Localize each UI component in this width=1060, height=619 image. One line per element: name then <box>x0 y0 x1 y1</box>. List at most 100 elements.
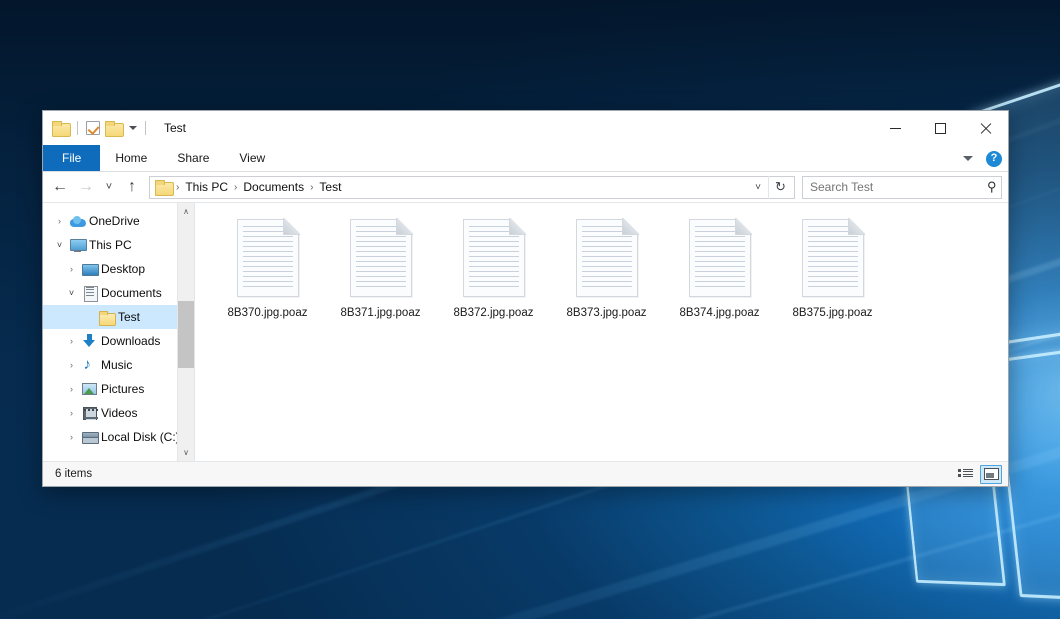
file-item[interactable]: 8B373.jpg.poaz <box>550 217 663 320</box>
view-toggle-group[interactable] <box>954 465 1002 484</box>
sidebar-item-label: This PC <box>89 238 132 252</box>
sidebar-item-desktop[interactable]: › Desktop <box>43 257 194 281</box>
file-explorer-window[interactable]: Test File Home Share View ? <box>42 110 1009 487</box>
ribbon-tabs[interactable]: File Home Share View ? <box>43 145 1008 172</box>
title-bar[interactable]: Test <box>43 111 1008 145</box>
breadcrumb[interactable]: › This PC › Documents › Test ˅ ↻ <box>149 176 795 199</box>
sidebar-item-pictures[interactable]: › Pictures <box>43 377 194 401</box>
maximize-button[interactable] <box>918 111 963 145</box>
up-button[interactable]: ↑ <box>119 174 145 200</box>
file-item[interactable]: 8B370.jpg.poaz <box>211 217 324 320</box>
breadcrumb-item-test[interactable]: Test <box>314 177 346 198</box>
chevron-right-icon[interactable]: › <box>63 384 80 394</box>
details-view-button[interactable] <box>954 465 976 484</box>
desktop-background: Test File Home Share View ? <box>0 0 1060 619</box>
tab-share[interactable]: Share <box>162 145 224 171</box>
help-icon[interactable]: ? <box>986 151 1002 167</box>
sidebar-item-label: OneDrive <box>89 214 140 228</box>
forward-button: → <box>73 174 99 200</box>
close-button[interactable] <box>963 111 1008 145</box>
file-list-pane[interactable]: 8B370.jpg.poaz 8B371.jpg.poaz 8B372.jpg.… <box>195 203 1008 461</box>
large-icons-view-icon <box>984 468 999 480</box>
new-folder-icon[interactable] <box>105 121 122 135</box>
search-input[interactable] <box>810 180 987 194</box>
file-item[interactable]: 8B372.jpg.poaz <box>437 217 550 320</box>
sidebar-item-label: Desktop <box>101 262 145 276</box>
properties-checkbox-icon[interactable] <box>86 121 100 135</box>
download-icon <box>80 334 99 348</box>
scroll-up-icon[interactable]: ∧ <box>178 203 195 220</box>
sidebar-item-onedrive[interactable]: › OneDrive <box>43 209 194 233</box>
minimize-icon <box>890 128 901 129</box>
recent-locations-button[interactable]: ˅ <box>99 174 119 200</box>
file-item[interactable]: 8B371.jpg.poaz <box>324 217 437 320</box>
sidebar-item-label: Videos <box>101 406 137 420</box>
chevron-right-icon[interactable]: › <box>51 216 68 226</box>
generic-document-icon <box>463 219 525 297</box>
sidebar-item-local-disk-c[interactable]: › Local Disk (C:) <box>43 425 194 449</box>
sidebar-item-music[interactable]: › ♪ Music <box>43 353 194 377</box>
address-bar[interactable]: ← → ˅ ↑ › This PC › Documents › Test ˅ ↻ <box>43 172 1008 202</box>
chevron-right-icon[interactable]: › <box>63 408 80 418</box>
expand-ribbon-icon[interactable] <box>963 156 973 161</box>
address-dropdown-icon[interactable]: ˅ <box>748 177 768 198</box>
minimize-button[interactable] <box>873 111 918 145</box>
toolbar-divider <box>145 121 146 135</box>
sidebar-item-test[interactable]: Test <box>43 305 194 329</box>
chevron-down-icon[interactable] <box>129 126 137 130</box>
navigation-pane[interactable]: › OneDrive ˅ This PC › Desktop ˅ <box>43 203 195 461</box>
chevron-right-icon[interactable]: › <box>63 432 80 442</box>
sidebar-item-videos[interactable]: › Videos <box>43 401 194 425</box>
back-button[interactable]: ← <box>47 174 73 200</box>
file-name-label: 8B371.jpg.poaz <box>341 306 421 320</box>
maximize-icon <box>935 123 946 134</box>
breadcrumb-item-documents[interactable]: Documents <box>238 177 309 198</box>
scrollbar-thumb[interactable] <box>178 301 195 368</box>
folder-icon[interactable] <box>52 121 69 135</box>
sidebar-item-label: Test <box>118 310 140 324</box>
sidebar-item-label: Pictures <box>101 382 144 396</box>
status-bar: 6 items <box>43 461 1008 486</box>
scrollbar-track[interactable] <box>178 220 195 444</box>
generic-document-icon <box>802 219 864 297</box>
generic-document-icon <box>350 219 412 297</box>
sidebar-item-label: Downloads <box>101 334 160 348</box>
chevron-down-icon[interactable]: ˅ <box>51 240 68 250</box>
refresh-icon[interactable]: ↻ <box>768 176 792 199</box>
quick-access-toolbar[interactable]: Test <box>43 111 186 145</box>
chevron-right-icon[interactable]: › <box>63 336 80 346</box>
window-controls[interactable] <box>873 111 1008 145</box>
generic-document-icon <box>237 219 299 297</box>
tab-home[interactable]: Home <box>100 145 162 171</box>
tab-file[interactable]: File <box>43 145 100 171</box>
toolbar-divider <box>77 121 78 135</box>
sidebar-item-this-pc[interactable]: ˅ This PC <box>43 233 194 257</box>
sidebar-item-label: Documents <box>101 286 162 300</box>
breadcrumb-item-this-pc[interactable]: This PC <box>180 177 233 198</box>
search-box[interactable]: ⚲ <box>802 176 1002 199</box>
music-icon: ♪ <box>80 358 99 372</box>
chevron-right-icon[interactable]: › <box>63 360 80 370</box>
disk-icon <box>80 431 99 444</box>
chevron-right-icon[interactable]: › <box>63 264 80 274</box>
sidebar-item-documents[interactable]: ˅ Documents <box>43 281 194 305</box>
generic-document-icon <box>689 219 751 297</box>
search-icon[interactable]: ⚲ <box>987 179 997 195</box>
file-item[interactable]: 8B375.jpg.poaz <box>776 217 889 320</box>
folder-icon <box>97 311 116 324</box>
file-name-label: 8B374.jpg.poaz <box>680 306 760 320</box>
chevron-down-icon[interactable]: ˅ <box>63 288 80 298</box>
file-name-label: 8B370.jpg.poaz <box>228 306 308 320</box>
details-view-icon <box>958 468 973 480</box>
file-name-label: 8B373.jpg.poaz <box>567 306 647 320</box>
pictures-icon <box>80 383 99 395</box>
file-item[interactable]: 8B374.jpg.poaz <box>663 217 776 320</box>
scroll-down-icon[interactable]: ∨ <box>178 444 195 461</box>
window-title: Test <box>164 121 186 135</box>
sidebar-item-downloads[interactable]: › Downloads <box>43 329 194 353</box>
sidebar-scrollbar[interactable]: ∧ ∨ <box>177 203 194 461</box>
large-icons-view-button[interactable] <box>980 465 1002 484</box>
tab-view[interactable]: View <box>224 145 280 171</box>
desktop-icon <box>80 263 99 276</box>
close-icon <box>979 122 992 135</box>
